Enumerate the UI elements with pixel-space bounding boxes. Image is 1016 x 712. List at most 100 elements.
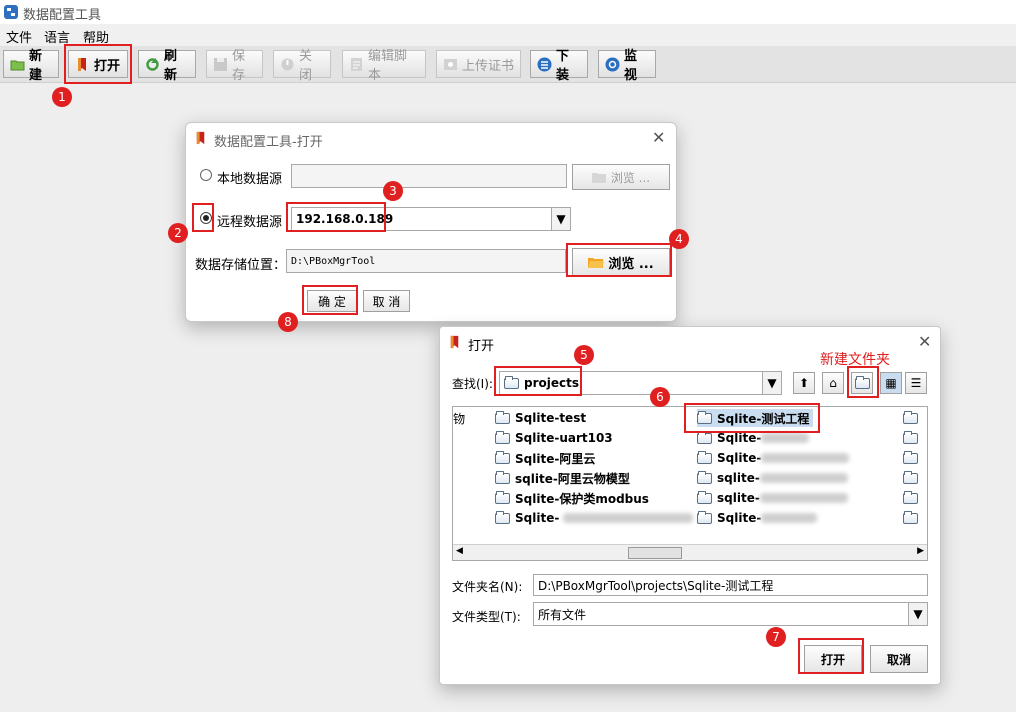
local-source-radio[interactable] bbox=[200, 169, 212, 181]
close-icon[interactable]: ✕ bbox=[652, 128, 665, 147]
list-item-label: Sqlite-阿里云 bbox=[515, 451, 596, 466]
open-button-highlight bbox=[798, 638, 864, 674]
list-item[interactable]: Sqlite-uart103 bbox=[495, 429, 613, 447]
list-item[interactable]: sqlite-阿里云物模型 bbox=[495, 469, 630, 487]
book-icon bbox=[450, 335, 459, 349]
list-item[interactable]: sqlite- bbox=[697, 489, 848, 507]
folder-icon bbox=[903, 410, 918, 424]
certificate-icon bbox=[444, 58, 457, 70]
save-button[interactable]: 保存 bbox=[206, 49, 263, 83]
list-item[interactable]: Sqlite- bbox=[697, 449, 850, 467]
list-item[interactable]: sqlite- bbox=[697, 469, 848, 487]
list-item[interactable] bbox=[903, 409, 923, 427]
scrollbar-thumb[interactable] bbox=[628, 547, 682, 559]
folder-icon bbox=[495, 490, 510, 504]
list-item[interactable]: Sqlite- bbox=[697, 509, 818, 527]
toolbar: 新建 打开 刷新 保存 关闭 编辑脚本 上传证书 下装 监视 bbox=[0, 46, 1016, 83]
scroll-right-icon[interactable]: ▶ bbox=[917, 546, 924, 556]
menu-file[interactable]: 文件 bbox=[6, 27, 32, 46]
dialog-title: 数据配置工具-打开 bbox=[214, 135, 323, 150]
monitor-icon bbox=[605, 57, 620, 71]
folder-icon bbox=[697, 510, 712, 524]
edit-script-button[interactable]: 编辑脚本 bbox=[342, 49, 426, 83]
folder-open-icon bbox=[591, 173, 606, 183]
up-one-level-button[interactable]: ⬆ bbox=[793, 372, 815, 394]
folder-icon bbox=[495, 430, 510, 444]
cancel-file-button[interactable]: 取消 bbox=[870, 645, 928, 673]
list-view-button[interactable]: ▦ bbox=[880, 372, 902, 394]
menu-bar: 文件 语言 帮助 bbox=[0, 24, 1016, 46]
list-view-icon: ▦ bbox=[885, 376, 897, 390]
storage-location-label: 数据存储位置： bbox=[195, 258, 287, 273]
list-item[interactable] bbox=[903, 509, 923, 527]
download-button[interactable]: 下装 bbox=[530, 49, 588, 83]
scroll-left-icon[interactable]: ◀ bbox=[456, 546, 463, 556]
close-button[interactable]: 关闭 bbox=[273, 49, 331, 83]
look-in-label: 查找(I): bbox=[452, 377, 493, 391]
list-item[interactable]: Sqlite-阿里云 bbox=[495, 449, 595, 467]
list-item[interactable] bbox=[903, 449, 923, 467]
list-item-label: Sqlite- bbox=[717, 431, 762, 445]
redacted-text bbox=[761, 453, 850, 463]
horizontal-scrollbar[interactable]: ◀ ▶ bbox=[453, 544, 927, 560]
download-button-label: 下装 bbox=[556, 49, 570, 83]
chevron-down-icon[interactable]: ▼ bbox=[908, 603, 927, 625]
book-icon bbox=[196, 131, 205, 145]
refresh-button[interactable]: 刷新 bbox=[138, 49, 196, 83]
list-item[interactable] bbox=[903, 469, 923, 487]
new-button[interactable]: 新建 bbox=[3, 49, 59, 83]
list-item[interactable] bbox=[903, 489, 923, 507]
folder-icon bbox=[495, 470, 510, 484]
annotation-badge-2: 2 bbox=[168, 223, 188, 243]
list-item[interactable] bbox=[903, 429, 923, 447]
annotation-badge-4: 4 bbox=[669, 229, 689, 249]
ok-highlight bbox=[302, 285, 358, 315]
monitor-button[interactable]: 监视 bbox=[598, 49, 656, 83]
list-item[interactable]: Sqlite-保护类modbus bbox=[495, 489, 649, 507]
close-icon[interactable]: ✕ bbox=[918, 332, 931, 351]
file-type-value: 所有文件 bbox=[538, 607, 587, 622]
save-button-label: 保存 bbox=[232, 49, 246, 83]
app-icon bbox=[4, 5, 18, 19]
new-button-label: 新建 bbox=[29, 49, 43, 83]
list-icon bbox=[537, 57, 552, 71]
file-type-combo[interactable]: 所有文件 ▼ bbox=[533, 602, 928, 626]
local-browse-button[interactable]: 浏览 ... bbox=[572, 164, 670, 190]
list-item-label: sqlite-阿里云物模型 bbox=[515, 471, 630, 486]
storage-path-field[interactable]: D:\PBoxMgrTool bbox=[286, 249, 566, 273]
annotation-badge-8: 8 bbox=[278, 312, 298, 332]
redacted-text bbox=[759, 473, 848, 483]
folder-up-icon: ⬆ bbox=[798, 376, 810, 390]
dialog-title: 打开 bbox=[468, 339, 495, 354]
list-item-clipped: 䥼 bbox=[453, 412, 466, 426]
local-path-field[interactable] bbox=[291, 164, 567, 188]
upload-certificate-button-label: 上传证书 bbox=[462, 58, 515, 74]
chevron-down-icon[interactable]: ▼ bbox=[551, 208, 570, 230]
annotation-badge-6: 6 bbox=[650, 387, 670, 407]
look-in-highlight bbox=[494, 366, 582, 396]
folder-icon bbox=[903, 510, 918, 524]
upload-certificate-button[interactable]: 上传证书 bbox=[436, 50, 521, 78]
list-item[interactable]: Sqlite-test bbox=[495, 409, 586, 427]
annotation-badge-1: 1 bbox=[52, 87, 72, 107]
folder-name-input[interactable]: D:\PBoxMgrTool\projects\Sqlite-测试工程 bbox=[533, 574, 928, 596]
list-item-label: Sqlite- bbox=[515, 511, 560, 525]
chevron-down-icon[interactable]: ▼ bbox=[762, 372, 781, 394]
folder-icon bbox=[495, 450, 510, 464]
annotation-badge-5: 5 bbox=[574, 345, 594, 365]
window-title: 数据配置工具 bbox=[23, 8, 102, 23]
home-button[interactable]: ⌂ bbox=[822, 372, 844, 394]
list-item-label: Sqlite- bbox=[717, 511, 762, 525]
details-view-button[interactable]: ☰ bbox=[905, 372, 927, 394]
close-button-label: 关闭 bbox=[299, 49, 313, 83]
file-type-label: 文件类型(T): bbox=[452, 610, 521, 624]
list-item-label: Sqlite- bbox=[717, 451, 762, 465]
folder-icon bbox=[903, 430, 918, 444]
remote-source-label: 远程数据源 bbox=[217, 215, 283, 230]
list-item[interactable]: Sqlite- bbox=[495, 509, 694, 527]
cancel-button[interactable]: 取 消 bbox=[363, 290, 410, 312]
power-icon bbox=[281, 58, 294, 70]
open-data-dialog: 数据配置工具-打开 ✕ 本地数据源 浏览 ... 远程数据源 192.168.0… bbox=[185, 122, 677, 322]
script-icon bbox=[351, 57, 362, 71]
browse-highlight bbox=[566, 243, 672, 277]
